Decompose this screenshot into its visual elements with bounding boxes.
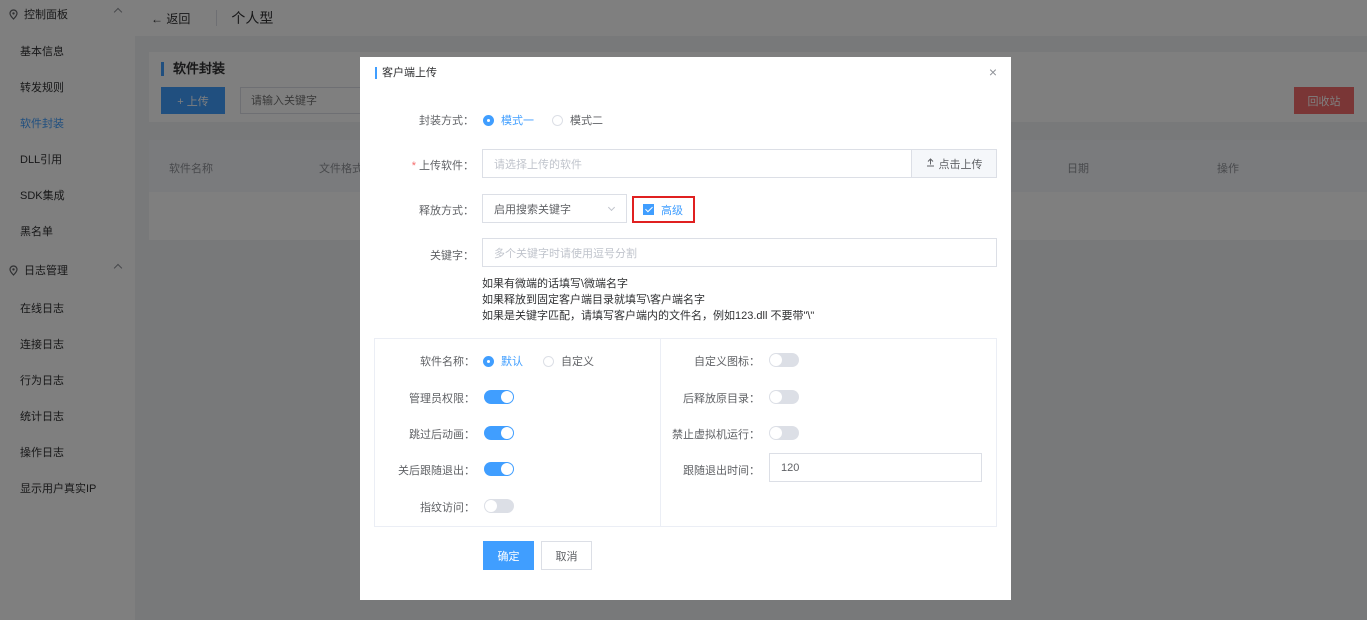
- radio-checked-icon: [483, 114, 494, 126]
- software-name-custom-radio[interactable]: 自定义: [543, 353, 594, 369]
- cancel-button[interactable]: 取消: [541, 541, 592, 570]
- block-vm-switch[interactable]: [769, 426, 799, 440]
- block-vm-label: 禁止虚拟机运行：: [672, 429, 760, 441]
- release-mode-select[interactable]: 启用搜索关键字: [482, 194, 627, 223]
- custom-icon-label: 自定义图标：: [694, 356, 760, 368]
- fingerprint-access-switch[interactable]: [484, 499, 514, 513]
- radio-unchecked-icon: [552, 114, 563, 126]
- radio-checked-icon: [483, 355, 494, 367]
- software-name-default-radio[interactable]: 默认: [483, 353, 523, 369]
- skip-animation-switch[interactable]: [484, 426, 514, 440]
- upload-software-label: * 上传软件：: [411, 160, 474, 172]
- advanced-label: 高级: [661, 204, 683, 217]
- follow-exit-switch[interactable]: [484, 462, 514, 476]
- skip-animation-label: 跳过后动画：: [409, 429, 475, 441]
- keyword-hint-1: 如果有微端的话填写\微端名字: [482, 278, 629, 290]
- release-original-dir-label: 后释放原目录：: [683, 393, 760, 405]
- radio-label: 自定义: [561, 356, 594, 368]
- software-name-label: 软件名称：: [420, 356, 475, 368]
- radio-label: 模式一: [501, 115, 534, 127]
- radio-label: 默认: [501, 356, 523, 368]
- pack-mode-option-1[interactable]: 模式一: [483, 112, 534, 128]
- keyword-input[interactable]: 多个关键字时请使用逗号分割: [482, 238, 997, 267]
- keyword-label: 关键字：: [430, 250, 474, 262]
- dialog-header: 客户端上传 ×: [360, 57, 1011, 89]
- chevron-down-icon: [607, 203, 616, 212]
- client-upload-dialog: 客户端上传 × 封装方式： 模式一 模式二 * 上传软件： 请选择上传的软件 点击…: [360, 57, 1011, 600]
- advanced-checkbox[interactable]: 高级: [632, 196, 695, 223]
- release-mode-value: 启用搜索关键字: [494, 203, 571, 216]
- follow-exit-time-label: 跟随退出时间：: [683, 465, 760, 477]
- release-mode-label: 释放方式：: [419, 205, 474, 217]
- custom-icon-switch[interactable]: [769, 353, 799, 367]
- dialog-title: 客户端上传: [375, 67, 437, 79]
- options-section: 软件名称： 默认 自定义 管理员权限： 跳过后动画： 关后跟随退出： 指纹访问：…: [374, 338, 997, 527]
- release-original-dir-switch[interactable]: [769, 390, 799, 404]
- fingerprint-access-label: 指纹访问：: [420, 502, 475, 514]
- keyword-hint-2: 如果释放到固定客户端目录就填写\客户端名字: [482, 294, 706, 306]
- confirm-button[interactable]: 确定: [483, 541, 534, 570]
- radio-unchecked-icon: [543, 355, 554, 367]
- follow-exit-label: 关后跟随退出：: [398, 465, 475, 477]
- section-divider: [660, 339, 661, 526]
- pack-mode-option-2[interactable]: 模式二: [552, 112, 603, 128]
- close-icon[interactable]: ×: [989, 64, 997, 80]
- admin-permission-label: 管理员权限：: [409, 393, 475, 405]
- click-upload-label: 点击上传: [938, 158, 983, 171]
- upload-software-input[interactable]: 请选择上传的软件: [482, 149, 912, 178]
- keyword-hint-3: 如果是关键字匹配，请填写客户端内的文件名，例如123.dll 不要带"\": [482, 310, 815, 322]
- click-upload-button[interactable]: 点击上传: [911, 149, 997, 178]
- pack-mode-label: 封装方式：: [419, 115, 474, 127]
- upload-icon: [926, 157, 935, 170]
- radio-label: 模式二: [570, 115, 603, 127]
- follow-exit-time-input[interactable]: 120: [769, 453, 982, 482]
- admin-permission-switch[interactable]: [484, 390, 514, 404]
- checkbox-checked-icon: [643, 204, 654, 215]
